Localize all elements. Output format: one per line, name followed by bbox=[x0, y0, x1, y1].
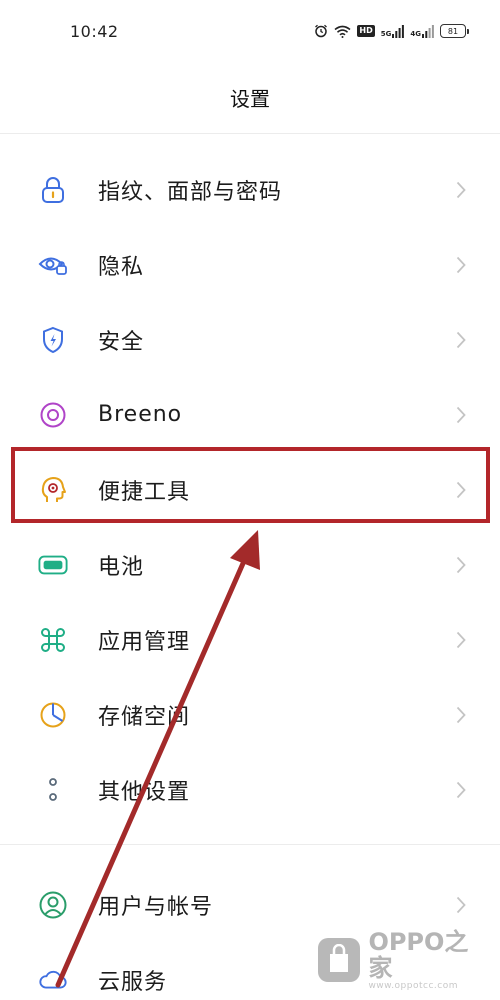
watermark-logo-icon bbox=[318, 938, 361, 982]
chevron-right-icon bbox=[456, 896, 466, 913]
settings-item-label: 安全 bbox=[98, 329, 145, 355]
watermark: OPPO之家 www.oppotcc.com bbox=[318, 929, 488, 991]
storage-pie-icon bbox=[38, 700, 68, 730]
chevron-right-icon bbox=[456, 481, 466, 498]
breeno-ring-icon bbox=[38, 400, 68, 430]
net-label-5g: 5G bbox=[380, 29, 392, 38]
wifi-icon bbox=[334, 25, 351, 38]
settings-item-label: 指纹、面部与密码 bbox=[98, 179, 283, 205]
settings-item-other-settings[interactable]: 其他设置 bbox=[0, 752, 500, 827]
shield-bolt-icon bbox=[38, 325, 68, 355]
alarm-icon bbox=[315, 24, 328, 38]
chevron-right-icon bbox=[456, 781, 466, 798]
settings-item-breeno[interactable]: Breeno bbox=[0, 377, 500, 452]
settings-item-label: 用户与帐号 bbox=[98, 894, 214, 920]
cloud-icon bbox=[38, 965, 68, 995]
hd-badge: HD bbox=[357, 25, 375, 37]
settings-item-label: 云服务 bbox=[98, 969, 168, 995]
page-header: 设置 bbox=[0, 62, 500, 134]
settings-item-label: 隐私 bbox=[98, 254, 145, 280]
settings-item-label: 便捷工具 bbox=[98, 479, 191, 505]
settings-item-label: 应用管理 bbox=[98, 629, 191, 655]
battery-icon bbox=[38, 550, 68, 580]
watermark-url: www.oppotcc.com bbox=[368, 981, 459, 991]
settings-item-security[interactable]: 安全 bbox=[0, 302, 500, 377]
settings-item-label: 其他设置 bbox=[98, 779, 191, 805]
settings-item-label: 存储空间 bbox=[98, 704, 191, 730]
chevron-right-icon bbox=[456, 631, 466, 648]
settings-item-convenience-tools[interactable]: 便捷工具 bbox=[0, 452, 500, 527]
settings-item-app-management[interactable]: 应用管理 bbox=[0, 602, 500, 677]
net-label-4g: 4G bbox=[410, 29, 421, 38]
chevron-right-icon bbox=[456, 556, 466, 573]
settings-item-label: 电池 bbox=[98, 554, 145, 580]
status-time: 10:42 bbox=[70, 21, 119, 41]
lock-icon bbox=[38, 175, 68, 205]
settings-item-storage[interactable]: 存储空间 bbox=[0, 677, 500, 752]
status-bar: 10:42 HD 5G 4G 81 bbox=[0, 0, 500, 62]
privacy-eye-icon bbox=[38, 250, 68, 280]
settings-item-privacy[interactable]: 隐私 bbox=[0, 227, 500, 302]
apps-grid-icon bbox=[38, 625, 68, 655]
user-icon bbox=[38, 890, 68, 920]
watermark-text: OPPO之家 www.oppotcc.com bbox=[368, 929, 488, 991]
more-dots-icon bbox=[38, 775, 68, 805]
settings-item-battery[interactable]: 电池 bbox=[0, 527, 500, 602]
head-target-icon bbox=[38, 475, 68, 505]
page-title: 设置 bbox=[230, 87, 270, 111]
signal-4g: 4G bbox=[410, 24, 434, 38]
signal-5g: 5G bbox=[380, 24, 405, 38]
settings-item-label: Breeno bbox=[98, 402, 183, 427]
status-icons: HD 5G 4G 81 bbox=[314, 24, 469, 38]
signal-bars-icon bbox=[422, 24, 434, 38]
chevron-right-icon bbox=[456, 406, 466, 423]
chevron-right-icon bbox=[456, 181, 466, 198]
chevron-right-icon bbox=[456, 706, 466, 723]
signal-bars-icon bbox=[392, 24, 405, 38]
section-divider bbox=[0, 844, 500, 856]
chevron-right-icon bbox=[456, 331, 466, 348]
settings-item-fingerprint-face-password[interactable]: 指纹、面部与密码 bbox=[0, 152, 500, 227]
chevron-right-icon bbox=[456, 256, 466, 273]
battery-level: 81 bbox=[447, 26, 459, 36]
battery-indicator: 81 bbox=[440, 24, 469, 38]
watermark-brand: OPPO之家 bbox=[368, 928, 469, 982]
